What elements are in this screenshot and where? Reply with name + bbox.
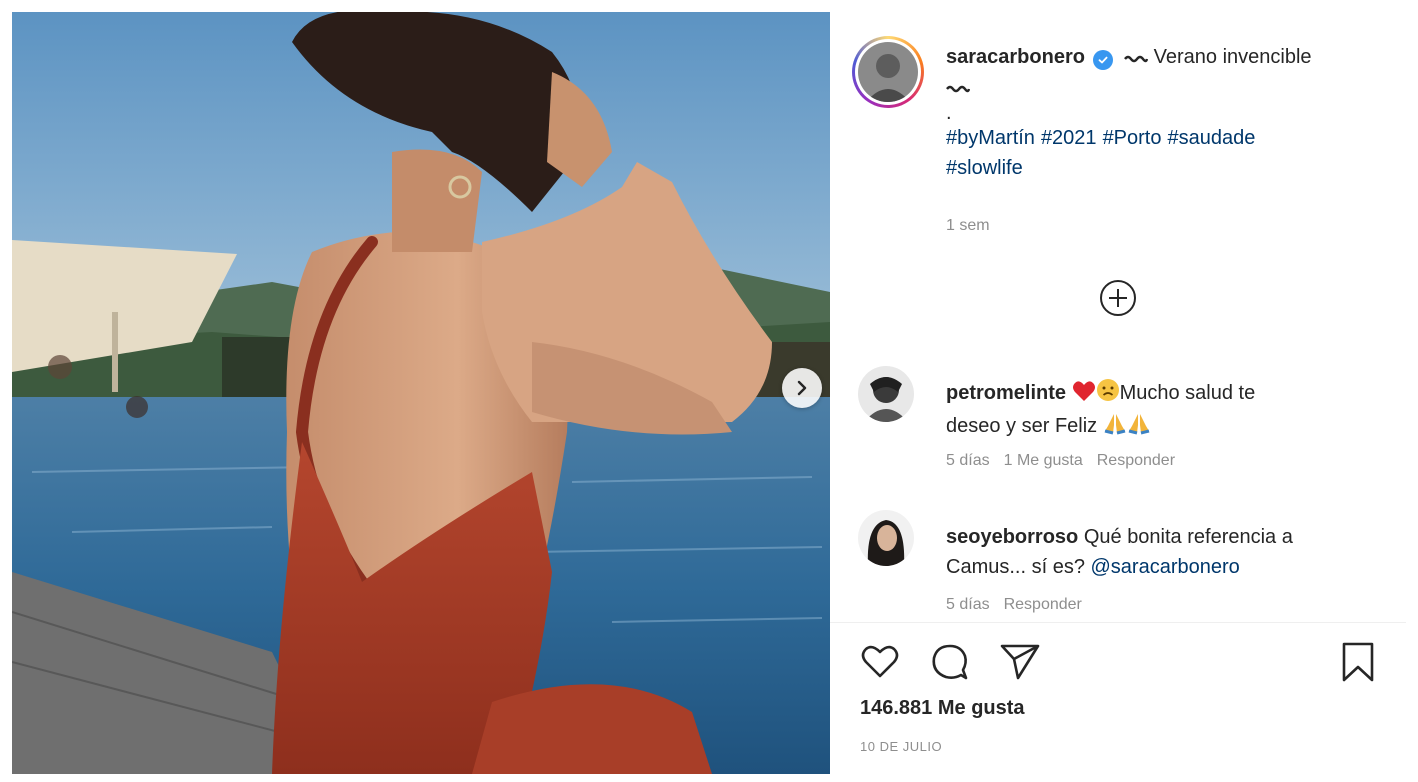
praying-hands-emoji-icon [1103,411,1127,444]
save-button[interactable] [1336,640,1380,684]
reply-button[interactable]: Responder [1097,452,1175,469]
wave-emoji-icon [946,73,971,103]
comment-likes[interactable]: 1 Me gusta [1004,452,1083,469]
paper-plane-icon [1000,644,1040,680]
comment-age: 5 días [946,452,990,469]
comment-text: Qué bonita referencia a [1083,526,1293,548]
comment-avatar[interactable] [858,366,914,422]
next-photo-button[interactable] [782,368,822,408]
like-button[interactable] [858,640,902,684]
load-more-comments-button[interactable] [1098,278,1138,318]
caption-text: Verano invencible [1153,46,1312,68]
action-bar [858,640,1378,684]
comment-avatar[interactable] [858,510,914,566]
divider [830,622,1406,623]
mention-link[interactable]: @saracarbonero [1091,556,1240,578]
heart-icon [861,645,899,678]
hashtag-link[interactable]: #saudade [1168,127,1256,149]
post-date: 10 DE JULIO [860,739,943,754]
reply-button[interactable]: Responder [1004,596,1082,613]
hashtag-link[interactable]: #slowlife [946,157,1023,179]
post-photo [12,12,830,774]
hashtag-list: #byMartín #2021 #Porto #saudade #slowlife [946,123,1386,183]
comment-text: Mucho salud te [1119,382,1256,404]
plus-circle-icon [1100,280,1136,316]
chevron-right-icon [797,380,807,396]
verified-badge-icon [1092,50,1113,70]
comment-meta: 5 días Responder [946,596,1096,614]
heart-emoji-icon [1072,380,1096,411]
comment-age: 5 días [946,596,990,613]
hashtag-link[interactable]: #Porto [1103,127,1162,149]
comment-username[interactable]: seoyeborroso [946,526,1078,548]
praying-hands-emoji-icon [1127,411,1151,444]
hashtag-link[interactable]: #2021 [1041,127,1097,149]
comment-button[interactable] [928,640,972,684]
comment-text: deseo y ser Feliz [946,415,1098,437]
share-button[interactable] [998,640,1042,684]
bookmark-icon [1342,642,1374,682]
hashtag-link[interactable]: #byMartín [946,127,1035,149]
caption-dot: . [946,101,952,124]
comment-meta: 5 días 1 Me gusta Responder [946,452,1189,470]
author-avatar[interactable] [852,36,924,108]
post-timestamp: 1 sem [946,217,990,234]
sad-face-emoji-icon [1096,378,1120,411]
comment: seoyeborroso Qué bonita referencia a Cam… [946,522,1386,582]
comment-username[interactable]: petromelinte [946,382,1066,404]
comment-bubble-icon [932,644,968,680]
comment-text: Camus... sí es? [946,556,1085,578]
like-count[interactable]: 146.881 Me gusta [860,697,1025,720]
photo-woman-by-infinity-pool [12,12,830,774]
comment: petromelinte Mucho salud te deseo y ser … [946,378,1386,444]
post-caption: saracarbonero Verano invencible . #byMar… [946,42,1386,183]
post-details-panel: saracarbonero Verano invencible . #byMar… [830,12,1406,774]
wave-emoji-icon [1124,43,1149,73]
author-username[interactable]: saracarbonero [946,46,1085,68]
